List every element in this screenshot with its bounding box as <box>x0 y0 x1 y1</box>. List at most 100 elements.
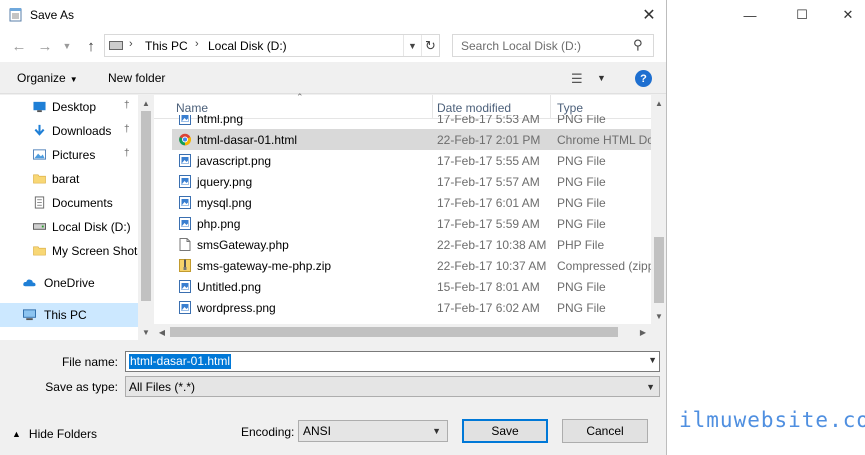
view-options-icon[interactable]: ☰ <box>571 71 583 87</box>
sidebar-item-downloads[interactable]: Downloads † <box>0 119 138 143</box>
column-header-type[interactable]: Type <box>557 101 583 115</box>
chevron-up-icon: ▲ <box>12 429 21 439</box>
hide-folders-button[interactable]: ▲ Hide Folders <box>12 427 97 441</box>
sidebar-item-local-disk-d[interactable]: Local Disk (D:) <box>0 215 138 239</box>
sidebar-item-barat[interactable]: barat <box>0 167 138 191</box>
png-file-icon <box>179 175 191 188</box>
file-name-input[interactable]: html-dasar-01.html ▼ <box>125 351 660 372</box>
address-bar[interactable]: › This PC › Local Disk (D:) ▼ ↻ <box>104 34 440 57</box>
save-as-type-select[interactable]: All Files (*.*) ▼ <box>125 376 660 397</box>
drive-icon <box>109 41 123 50</box>
png-file-icon <box>179 196 191 209</box>
save-as-type-value: All Files (*.*) <box>129 380 196 394</box>
sidebar-item-label: Desktop <box>52 100 97 114</box>
sidebar-item-label: Pictures <box>52 148 96 162</box>
file-type-cell: PNG File <box>557 280 606 294</box>
table-row[interactable]: wordpress.png 17-Feb-17 6:02 AM PNG File <box>172 297 651 318</box>
file-vertical-scrollbar[interactable]: ▲ ▼ <box>651 95 666 324</box>
dialog-titlebar: Save As ✕ <box>0 0 666 30</box>
back-arrow-icon[interactable]: ← <box>10 37 28 55</box>
file-name-dropdown-icon[interactable]: ▼ <box>648 355 657 365</box>
nav-scroll-thumb[interactable] <box>141 111 151 301</box>
nav-scrollbar[interactable]: ▲ ▼ <box>138 95 154 340</box>
help-icon[interactable]: ? <box>635 70 652 87</box>
folder-icon <box>33 174 46 184</box>
file-date-cell: 17-Feb-17 5:53 AM <box>437 115 540 126</box>
scroll-down-icon[interactable]: ▼ <box>651 308 666 324</box>
blank-file-icon <box>179 238 191 251</box>
file-name-cell: javascript.png <box>197 154 272 168</box>
column-header-date-modified[interactable]: Date modified <box>437 101 511 115</box>
encoding-select[interactable]: ANSI ▼ <box>298 420 448 442</box>
search-input[interactable]: Search Local Disk (D:) ⚲ <box>452 34 654 57</box>
sidebar-item-this-pc[interactable]: This PC <box>0 303 138 327</box>
breadcrumb-chevron-icon[interactable]: › <box>129 38 133 50</box>
navigation-pane: Desktop † Downloads † Pictures † barat Document… <box>0 95 154 340</box>
save-as-type-label: Save as type: <box>45 380 118 394</box>
breadcrumb-chevron-icon[interactable]: › <box>195 38 199 50</box>
table-row[interactable]: html-dasar-01.html 22-Feb-17 2:01 PM Chrom… <box>172 129 651 150</box>
search-icon[interactable]: ⚲ <box>633 37 643 53</box>
up-arrow-icon[interactable]: ↑ <box>82 37 100 55</box>
save-as-dialog: Save As ✕ ← → ▼ ↑ › This PC › Local Disk… <box>0 0 667 455</box>
breadcrumb-this-pc[interactable]: This PC <box>145 39 188 53</box>
file-name-cell: php.png <box>197 217 241 231</box>
file-date-cell: 17-Feb-17 5:55 AM <box>437 154 540 168</box>
scroll-down-icon[interactable]: ▼ <box>138 324 154 340</box>
file-date-cell: 22-Feb-17 2:01 PM <box>437 133 541 147</box>
table-row[interactable]: smsGateway.php 22-Feb-17 10:38 AM PHP File <box>172 234 651 255</box>
scroll-left-icon[interactable]: ◀ <box>154 324 170 340</box>
sidebar-item-pictures[interactable]: Pictures † <box>0 143 138 167</box>
pin-icon: † <box>124 124 130 135</box>
organize-button[interactable]: Organize ▼ <box>17 71 78 85</box>
dialog-close-icon[interactable]: ✕ <box>632 0 666 30</box>
scroll-up-icon[interactable]: ▲ <box>651 95 666 111</box>
sidebar-item-label: This PC <box>44 308 87 322</box>
chevron-down-icon[interactable]: ▼ <box>646 382 655 392</box>
scroll-up-icon[interactable]: ▲ <box>138 95 154 111</box>
file-vscroll-thumb[interactable] <box>654 237 664 303</box>
dialog-title: Save As <box>30 8 75 22</box>
file-list: html.png 17-Feb-17 5:53 AM PNG File html-da… <box>154 115 651 324</box>
refresh-icon[interactable]: ↻ <box>421 35 439 56</box>
breadcrumb-local-disk[interactable]: Local Disk (D:) <box>208 39 287 53</box>
pictures-icon <box>33 149 46 160</box>
sidebar-item-onedrive[interactable]: OneDrive <box>0 271 138 295</box>
file-date-cell: 17-Feb-17 6:01 AM <box>437 196 540 210</box>
table-row[interactable]: html.png 17-Feb-17 5:53 AM PNG File <box>172 115 651 129</box>
table-row[interactable]: sms-gateway-me-php.zip 22-Feb-17 10:37 AM… <box>172 255 651 276</box>
encoding-label: Encoding: <box>241 425 295 439</box>
cancel-button[interactable]: Cancel <box>562 419 648 443</box>
recent-locations-chevron-icon[interactable]: ▼ <box>58 37 76 55</box>
png-file-icon <box>179 115 191 125</box>
sidebar-item-my-screen-shots[interactable]: My Screen Shots <box>0 239 143 263</box>
sidebar-item-label: Local Disk (D:) <box>52 220 131 234</box>
sidebar-item-desktop[interactable]: Desktop † <box>0 95 138 119</box>
file-type-cell: PHP File <box>557 238 605 252</box>
view-chevron-down-icon[interactable]: ▼ <box>597 73 606 83</box>
chrome-icon <box>179 133 191 146</box>
file-hscroll-thumb[interactable] <box>170 327 618 337</box>
table-row[interactable]: mysql.png 17-Feb-17 6:01 AM PNG File <box>172 192 651 213</box>
sidebar-item-label: barat <box>52 172 80 186</box>
file-type-cell: Chrome HTML Do <box>557 133 651 147</box>
save-button[interactable]: Save <box>462 419 548 443</box>
table-row[interactable]: Untitled.png 15-Feb-17 8:01 AM PNG File <box>172 276 651 297</box>
table-row[interactable]: jquery.png 17-Feb-17 5:57 AM PNG File <box>172 171 651 192</box>
chevron-down-icon[interactable]: ▼ <box>432 426 441 436</box>
new-folder-button[interactable]: New folder <box>108 71 165 85</box>
table-row[interactable]: php.png 17-Feb-17 5:59 AM PNG File <box>172 213 651 234</box>
file-horizontal-scrollbar[interactable]: ◀ ▶ <box>154 324 651 340</box>
maximize-icon[interactable]: ☐ <box>779 0 825 30</box>
notepad-icon <box>9 8 22 22</box>
minimize-icon[interactable]: — <box>727 0 773 30</box>
column-header-name[interactable]: Name <box>176 101 208 115</box>
close-icon[interactable]: ✕ <box>825 0 865 30</box>
folder-icon <box>33 246 46 256</box>
file-type-cell: PNG File <box>557 196 606 210</box>
address-dropdown-icon[interactable]: ▼ <box>403 35 421 56</box>
table-row[interactable]: javascript.png 17-Feb-17 5:55 AM PNG File <box>172 150 651 171</box>
forward-arrow-icon[interactable]: → <box>36 37 54 55</box>
sidebar-item-documents[interactable]: Documents <box>0 191 138 215</box>
scroll-right-icon[interactable]: ▶ <box>635 324 651 340</box>
